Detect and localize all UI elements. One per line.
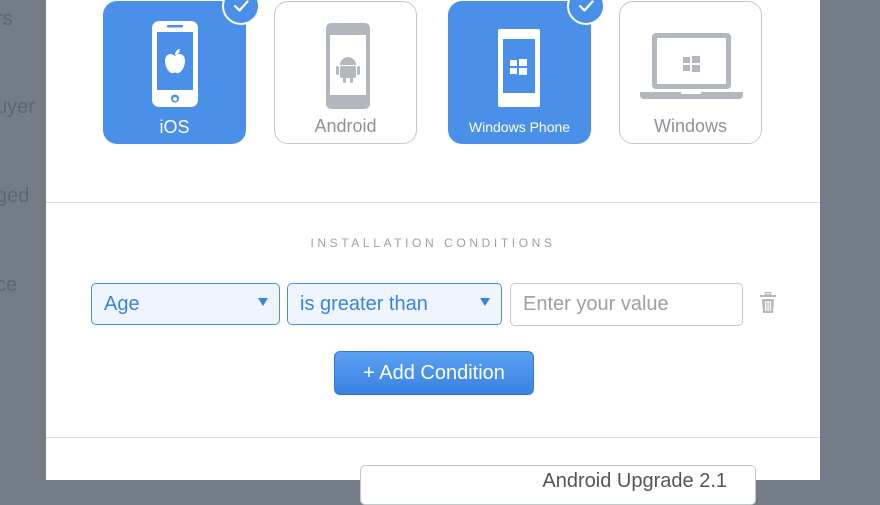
condition-field-value: Age [104,293,140,315]
condition-operator-select[interactable]: is greater than [287,283,502,325]
modal-dialog: iOS Android Windows Phone Windows INSTAL… [46,0,820,505]
installation-conditions-title: INSTALLATION CONDITIONS [310,236,556,250]
platform-label-ios: iOS [159,117,190,137]
condition-field-select[interactable]: Age [91,283,280,325]
chevron-down-icon [258,298,268,306]
platform-android-button[interactable]: Android [274,1,417,144]
condition-operator-value: is greater than [300,293,428,315]
chevron-down-icon [480,298,490,306]
platform-label-android: Android [314,116,377,136]
condition-value-input[interactable] [510,283,743,326]
windows-laptop-icon [640,33,743,99]
background-text-4: ce [0,274,18,296]
checkmark-icon [567,0,605,25]
upgrade-name-text: Android Upgrade 2.1 [542,470,727,492]
android-phone-icon [326,23,370,109]
trash-icon[interactable] [760,292,776,314]
platform-windows-phone-button[interactable]: Windows Phone [448,0,605,144]
platform-label-windows: Windows [653,116,728,136]
background-text-3: ged [0,185,30,207]
add-condition-button[interactable]: + Add Condition [334,351,534,395]
background-text-2: uyer [0,96,35,118]
background-text-1: rs [0,8,13,30]
section-divider [46,437,820,438]
platform-ios-button[interactable]: iOS [103,0,260,144]
upgrade-name-field[interactable]: Android Upgrade 2.1 [360,465,756,505]
checkmark-icon [222,0,260,25]
section-divider [46,202,820,203]
platform-windows-button[interactable]: Windows [619,1,762,144]
platform-label-windows-phone: Windows Phone [468,119,571,135]
